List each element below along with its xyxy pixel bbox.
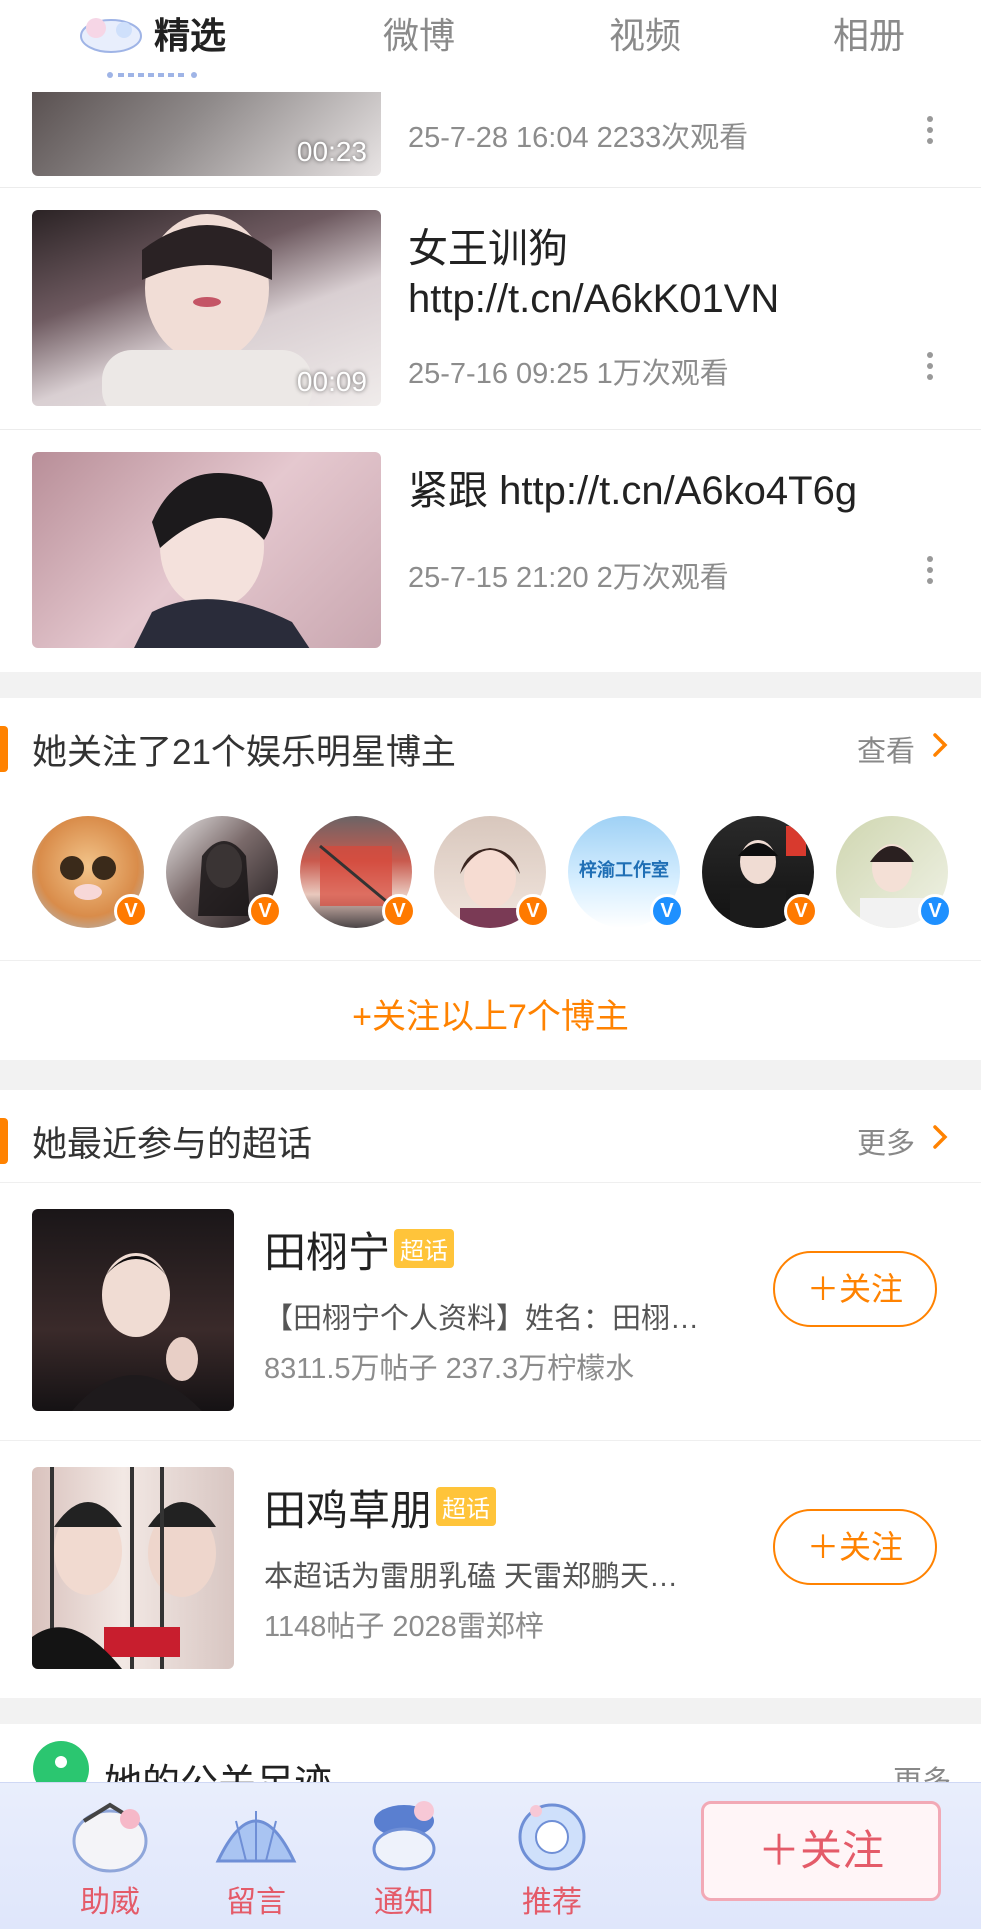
super-topic-tag: 超话 [436, 1487, 497, 1526]
topic-description: 【田栩宁个人资料】姓名：田栩… [264, 1303, 700, 1335]
more-link[interactable]: 更多 [893, 1758, 951, 1784]
follow-topic-button[interactable]: ＋关注 [773, 1509, 937, 1585]
view-more-link[interactable]: 查看 [857, 728, 915, 770]
active-tab-indicator [107, 72, 197, 78]
super-topic-item[interactable]: 田鸡草朋 超话 本超话为雷朋乳磕 天雷郑鹏天… 1148帖子 2028雷郑梓 ＋关… [0, 1440, 981, 1698]
cloud-pony-icon [80, 18, 142, 53]
bell-icon [372, 1801, 436, 1871]
topic-description: 本超话为雷朋乳磕 天雷郑鹏天… [264, 1561, 679, 1593]
follow-topic-button[interactable]: ＋关注 [773, 1251, 937, 1327]
video-duration: 00:23 [296, 136, 367, 167]
video-thumbnail[interactable]: 00:09 [32, 210, 381, 406]
verified-badge-icon: V [918, 894, 952, 928]
message-button[interactable]: 留言 [196, 1791, 316, 1921]
follow-button[interactable]: ＋关注 [701, 1801, 941, 1901]
super-topic-item[interactable]: 田栩宁 超话 【田栩宁个人资料】姓名：田栩… 8311.5万帖子 237.3万柠檬… [0, 1182, 981, 1440]
tab-video[interactable]: 视频 [600, 6, 690, 66]
tab-featured[interactable]: 精选 [150, 6, 230, 66]
star-avatar-row: V V V V 梓渝工作室 V V V [0, 816, 981, 932]
video-title[interactable]: 紧跟 http://t.cn/A6ko4T6g [408, 466, 948, 516]
topic-cover[interactable] [32, 1467, 234, 1669]
topic-stats: 1148帖子 2028雷郑梓 [264, 1611, 544, 1643]
chevron-right-icon[interactable] [925, 730, 955, 760]
section-title: 她的公关足迹 [104, 1763, 333, 1784]
verified-badge-icon: V [516, 894, 550, 928]
section-header: 她最近参与的超话 更多 [0, 1090, 981, 1188]
section-header: 她关注了21个娱乐明星博主 查看 [0, 698, 981, 796]
studio-avatar-text: 梓渝工作室 [579, 860, 669, 880]
topic-name[interactable]: 田鸡草朋 超话 [264, 1477, 497, 1538]
section-accent-bar [0, 726, 8, 772]
video-list: 00:23 25-7-28 16:04 2233次观看 00:09 女王训狗 h… [0, 0, 981, 672]
tab-weibo[interactable]: 微博 [374, 6, 464, 66]
section-title: 她关注了21个娱乐明星博主 [32, 733, 456, 772]
verified-badge-icon: V [784, 894, 818, 928]
cheer-button[interactable]: 助威 [50, 1791, 170, 1921]
super-topics-card: 她最近参与的超话 更多 田栩宁 超话 【田栩宁个人资料】姓名：田栩… 8311.5… [0, 1090, 981, 1698]
verified-badge-icon: V [114, 894, 148, 928]
video-title[interactable]: 女王训狗 http://t.cn/A6kK01VN [408, 224, 948, 324]
video-meta: 25-7-15 21:20 2万次观看 [408, 562, 729, 594]
section-accent-bar [0, 1118, 8, 1164]
chevron-right-icon[interactable] [925, 1122, 955, 1152]
profile-bottom-bar: 助威 留言 通知 推荐 ＋关注 [0, 1782, 981, 1929]
topic-name[interactable]: 田栩宁 超话 [264, 1219, 455, 1280]
gift-icon [518, 1803, 586, 1871]
verified-badge-icon: V [248, 894, 282, 928]
more-options-icon[interactable] [927, 116, 935, 149]
topic-stats: 8311.5万帖子 237.3万柠檬水 [264, 1353, 635, 1385]
section-icon [33, 1741, 89, 1784]
video-thumbnail[interactable] [32, 452, 381, 648]
tab-album[interactable]: 相册 [824, 6, 914, 66]
video-meta: 25-7-16 09:25 1万次观看 [408, 358, 729, 390]
cheer-icon [72, 1802, 148, 1873]
notification-button[interactable]: 通知 [344, 1791, 464, 1921]
video-duration: 00:09 [296, 366, 367, 397]
follow-all-button[interactable]: +关注以上7个博主 [0, 960, 981, 1070]
profile-tab-bar: 精选 微博 视频 相册 [0, 0, 981, 92]
super-topic-tag: 超话 [394, 1229, 455, 1268]
next-section-card: 她的公关足迹 更多 [0, 1724, 981, 1784]
video-item[interactable]: 00:09 女王训狗 http://t.cn/A6kK01VN 25-7-16 … [0, 188, 981, 430]
video-item[interactable]: 紧跟 http://t.cn/A6ko4T6g 25-7-15 21:20 2万… [0, 430, 981, 672]
video-meta: 25-7-28 16:04 2233次观看 [408, 122, 749, 154]
topic-cover[interactable] [32, 1209, 234, 1411]
verified-badge-icon: V [650, 894, 684, 928]
followed-stars-card: 她关注了21个娱乐明星博主 查看 V V V V 梓渝工作室 V V V +关注… [0, 698, 981, 1060]
section-title: 她最近参与的超话 [32, 1125, 313, 1164]
shell-icon [215, 1811, 297, 1863]
more-options-icon[interactable] [927, 352, 935, 385]
more-options-icon[interactable] [927, 556, 935, 589]
recommend-button[interactable]: 推荐 [492, 1791, 612, 1921]
verified-badge-icon: V [382, 894, 416, 928]
more-link[interactable]: 更多 [857, 1120, 915, 1162]
video-item[interactable]: 00:23 25-7-28 16:04 2233次观看 [0, 0, 981, 188]
